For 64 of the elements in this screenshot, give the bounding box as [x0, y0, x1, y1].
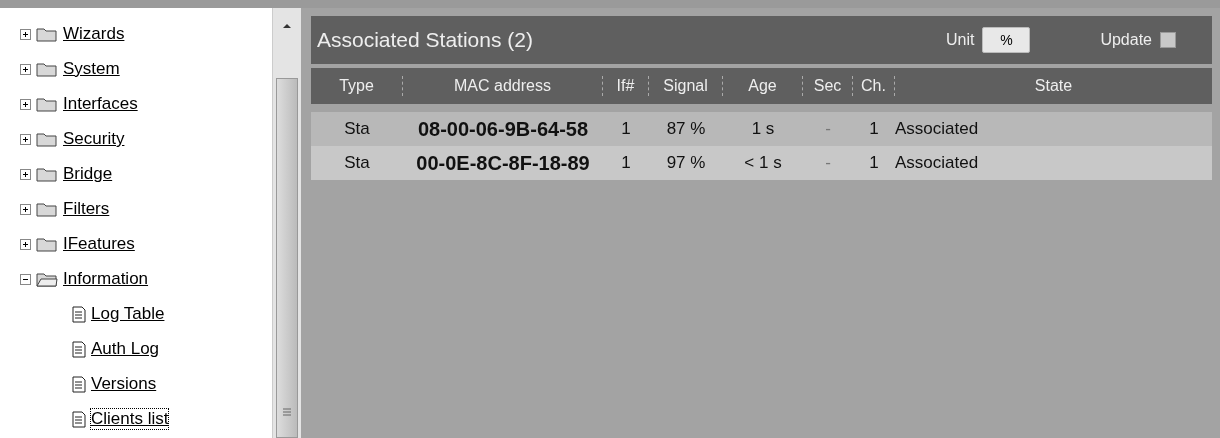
table-cell-text: 1	[868, 151, 880, 174]
tree-item[interactable]: Bridge	[63, 164, 113, 184]
panel-title: Associated Stations (2)	[317, 28, 534, 52]
column-header: State	[1033, 76, 1074, 96]
expand-icon[interactable]	[20, 28, 31, 40]
update-checkbox[interactable]	[1160, 32, 1176, 48]
folder-icon	[36, 26, 58, 42]
tree-item[interactable]: Information	[63, 269, 149, 289]
table-cell-text: 97 %	[665, 151, 707, 174]
tree-item[interactable]: Interfaces	[63, 94, 138, 114]
table-cell-text: Associated	[895, 117, 980, 140]
scroll-up-icon[interactable]	[282, 22, 292, 30]
tree-item[interactable]: IFeatures	[63, 234, 135, 254]
tree-item[interactable]: Wizards	[63, 24, 125, 44]
table-cell-text: Sta	[343, 117, 371, 140]
folder-icon	[36, 131, 58, 147]
column-header: Sec	[803, 76, 853, 96]
open-folder-icon	[36, 271, 58, 287]
tree-item[interactable]: System	[63, 59, 120, 79]
table-cell-text: -	[824, 117, 832, 140]
grip-icon	[282, 407, 292, 417]
column-header: Age	[723, 76, 803, 96]
table-cell-text: 1	[868, 117, 880, 140]
folder-icon	[36, 96, 58, 112]
folder-icon	[36, 201, 58, 217]
expand-icon[interactable]	[20, 238, 31, 250]
document-icon	[72, 375, 86, 393]
collapse-icon[interactable]	[20, 273, 31, 285]
table-cell-text: Sta	[343, 151, 371, 174]
document-icon	[72, 340, 86, 358]
column-header: If#	[603, 76, 649, 96]
table-cell-text: 87 %	[665, 117, 707, 140]
tree-item[interactable]: Filters	[63, 199, 110, 219]
table-cell-text: -	[824, 151, 832, 174]
expand-icon[interactable]	[20, 98, 31, 110]
column-header: Type	[311, 76, 403, 96]
folder-icon	[36, 61, 58, 77]
table-cell-text: Associated	[895, 151, 980, 174]
document-icon	[72, 305, 86, 323]
update-label: Update	[1100, 31, 1152, 49]
unit-label: Unit	[945, 31, 975, 49]
folder-icon	[36, 166, 58, 182]
tree-item[interactable]: Versions	[91, 374, 157, 394]
table-cell-text: 1 s	[750, 117, 776, 140]
tree-item[interactable]: Auth Log	[91, 339, 160, 359]
table-cell-text: 1	[620, 151, 632, 174]
tree-item[interactable]: Security	[63, 129, 125, 149]
expand-icon[interactable]	[20, 168, 31, 180]
unit-button[interactable]: %	[982, 27, 1031, 53]
column-header: MAC address	[403, 76, 603, 96]
table-cell-text: 08-00-06-9B-64-58	[416, 117, 590, 142]
column-header: Signal	[649, 76, 723, 96]
tree-item[interactable]: Clients list	[91, 409, 169, 429]
expand-icon[interactable]	[20, 63, 31, 75]
tree-item[interactable]: Log Table	[91, 304, 165, 324]
column-header: Ch.	[853, 76, 895, 96]
table-cell-text: 1	[620, 117, 632, 140]
expand-icon[interactable]	[20, 203, 31, 215]
scrollbar[interactable]	[272, 8, 301, 438]
folder-icon	[36, 236, 58, 252]
expand-icon[interactable]	[20, 133, 31, 145]
table-cell-text: < 1 s	[743, 151, 783, 174]
table-cell-text: 00-0E-8C-8F-18-89	[415, 151, 591, 176]
document-icon	[72, 410, 86, 428]
